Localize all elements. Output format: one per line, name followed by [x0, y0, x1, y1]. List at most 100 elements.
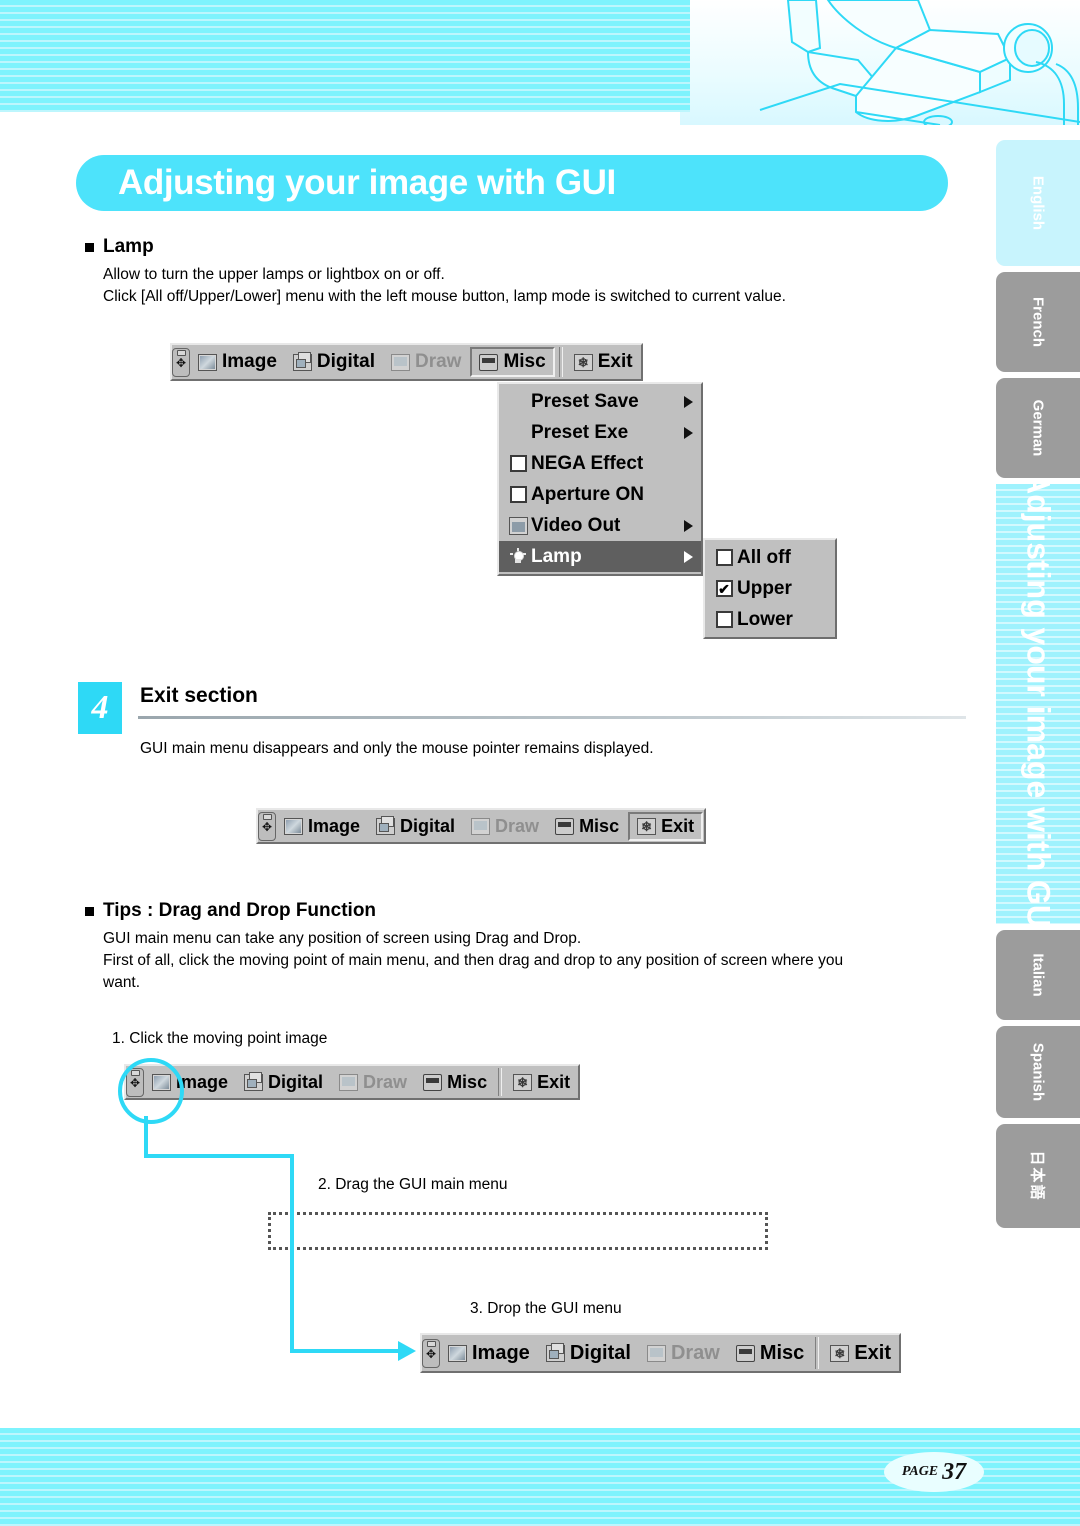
language-tab-rail[interactable]: English French German Adjusting your ima… — [996, 140, 1080, 1234]
menu-item-misc[interactable]: Misc — [729, 1340, 811, 1367]
exit-section-title: Exit section — [140, 684, 258, 707]
menu-item-image[interactable]: Image — [277, 814, 367, 839]
draw-icon — [471, 817, 491, 835]
digital-icon — [244, 1071, 264, 1091]
exit-icon: ❄ — [830, 1344, 850, 1362]
menu-item-digital[interactable]: Digital — [286, 349, 382, 375]
toolbar-separator — [558, 347, 563, 377]
lamp-option-all-off-label: All off — [737, 546, 791, 568]
image-icon — [448, 1344, 467, 1362]
sidebar-section-title-label: Adjusting your image with GUI — [1020, 484, 1057, 924]
menu-option-aperture-on[interactable]: Aperture ON — [499, 479, 701, 510]
menu-item-image[interactable]: Image — [191, 349, 284, 375]
digital-icon — [376, 815, 396, 835]
language-tab-english[interactable]: English — [996, 140, 1080, 266]
tips-step-3-caption: 3. Drop the GUI menu — [470, 1300, 622, 1317]
connector-arrowhead-icon — [398, 1341, 416, 1361]
gui-main-menu-bar-step3[interactable]: ✥ Image Digital Draw Misc ❄ Exit — [420, 1333, 901, 1373]
menu-item-exit-label: Exit — [854, 1341, 891, 1364]
exit-icon: ❄ — [573, 353, 593, 371]
language-tab-italian[interactable]: Italian — [996, 930, 1080, 1020]
exit-section-header: 4 Exit section — [78, 682, 978, 738]
menu-item-exit-label: Exit — [537, 1071, 571, 1092]
connector-segment-h2 — [290, 1349, 400, 1353]
menu-item-digital-label: Digital — [400, 815, 456, 836]
menu-item-exit[interactable]: ❄ Exit — [823, 1340, 898, 1367]
menu-item-image[interactable]: Image — [441, 1340, 537, 1367]
menu-option-video-out[interactable]: Video Out — [499, 510, 701, 541]
page-title: Adjusting your image with GUI — [118, 163, 616, 202]
moving-point-highlight-circle — [118, 1058, 184, 1124]
menu-item-digital[interactable]: Digital — [369, 814, 462, 839]
section-number-badge: 4 — [78, 682, 122, 734]
menu-item-draw: Draw — [640, 1340, 727, 1367]
misc-icon — [555, 817, 575, 835]
language-tab-italian-label: Italian — [1029, 953, 1047, 997]
chevron-right-icon — [684, 519, 693, 532]
digital-icon — [292, 351, 312, 371]
menu-item-digital[interactable]: Digital — [539, 1340, 638, 1367]
misc-dropdown-menu[interactable]: Preset Save Preset Exe NEGA Effect Apert… — [497, 382, 703, 576]
lamp-icon — [510, 547, 526, 566]
image-icon — [198, 353, 217, 371]
gui-main-menu-bar-exit[interactable]: ✥ Image Digital Draw Misc ❄ Exit — [256, 808, 707, 844]
all-off-checkbox[interactable] — [715, 549, 733, 566]
page-number: 37 — [942, 1458, 967, 1485]
move-handle-icon[interactable]: ✥ — [258, 811, 276, 841]
menu-item-draw: Draw — [464, 814, 546, 839]
menu-option-nega-effect[interactable]: NEGA Effect — [499, 448, 701, 479]
image-icon — [284, 817, 303, 835]
connector-segment-h1 — [144, 1154, 294, 1158]
nega-effect-checkbox[interactable] — [509, 455, 527, 472]
language-tab-german[interactable]: German — [996, 378, 1080, 478]
menu-option-preset-save-label: Preset Save — [531, 390, 639, 412]
lamp-option-upper[interactable]: ✔ Upper — [705, 573, 835, 604]
language-tab-spanish[interactable]: Spanish — [996, 1026, 1080, 1118]
language-tab-french[interactable]: French — [996, 272, 1080, 372]
language-tab-japanese[interactable]: 日本語 — [996, 1124, 1080, 1228]
menu-option-video-out-label: Video Out — [531, 514, 621, 536]
menu-item-misc[interactable]: Misc — [416, 1070, 494, 1095]
menu-item-exit[interactable]: ❄ Exit — [628, 811, 704, 841]
move-handle-icon[interactable]: ✥ — [172, 347, 190, 377]
lamp-heading: Lamp — [85, 236, 154, 258]
menu-option-lamp[interactable]: Lamp — [499, 541, 701, 572]
misc-icon — [423, 1073, 443, 1091]
menu-item-draw-label: Draw — [495, 815, 540, 836]
menu-option-preset-save[interactable]: Preset Save — [499, 386, 701, 417]
menu-item-image-label: Image — [308, 815, 361, 836]
menu-option-preset-exe[interactable]: Preset Exe — [499, 417, 701, 448]
menu-option-lamp-label: Lamp — [531, 545, 582, 567]
lamp-submenu[interactable]: All off ✔ Upper Lower — [703, 538, 837, 639]
draw-icon — [339, 1073, 359, 1091]
section-divider — [138, 716, 966, 719]
tips-heading-label: Tips : Drag and Drop Function — [103, 900, 377, 921]
menu-item-misc-label: Misc — [579, 815, 620, 836]
lamp-option-lower-label: Lower — [737, 608, 793, 630]
upper-checkbox[interactable]: ✔ — [715, 580, 733, 597]
gui-main-menu-bar[interactable]: ✥ Image Digital Draw Misc ❄ Exit — [170, 343, 643, 381]
language-tab-french-label: French — [1029, 296, 1047, 348]
lamp-option-all-off[interactable]: All off — [705, 542, 835, 573]
menu-item-misc[interactable]: Misc — [470, 347, 555, 377]
menu-item-draw-label: Draw — [363, 1071, 408, 1092]
move-handle-icon[interactable]: ✥ — [422, 1338, 440, 1368]
menu-item-draw-label: Draw — [670, 1341, 720, 1364]
page-number-badge: PAGE 37 — [884, 1452, 984, 1492]
tips-step-1-caption: 1. Click the moving point image — [112, 1030, 328, 1047]
lamp-option-lower[interactable]: Lower — [705, 604, 835, 635]
menu-item-exit[interactable]: ❄ Exit — [506, 1070, 577, 1095]
menu-item-misc[interactable]: Misc — [548, 814, 626, 839]
lower-checkbox[interactable] — [715, 611, 733, 628]
menu-item-draw-label: Draw — [414, 351, 462, 372]
language-tab-spanish-label: Spanish — [1029, 1042, 1047, 1102]
menu-item-image-label: Image — [222, 351, 277, 372]
digital-icon — [545, 1342, 565, 1362]
aperture-on-checkbox[interactable] — [509, 486, 527, 503]
menu-item-digital[interactable]: Digital — [237, 1070, 330, 1095]
exit-section-body: GUI main menu disappears and only the mo… — [140, 740, 654, 757]
video-out-icon — [508, 516, 528, 535]
menu-item-exit[interactable]: ❄ Exit — [567, 349, 640, 375]
gui-main-menu-bar-step1[interactable]: ✥ Image Digital Draw Misc ❄ Exit — [124, 1064, 581, 1100]
language-tab-german-label: German — [1029, 399, 1047, 457]
